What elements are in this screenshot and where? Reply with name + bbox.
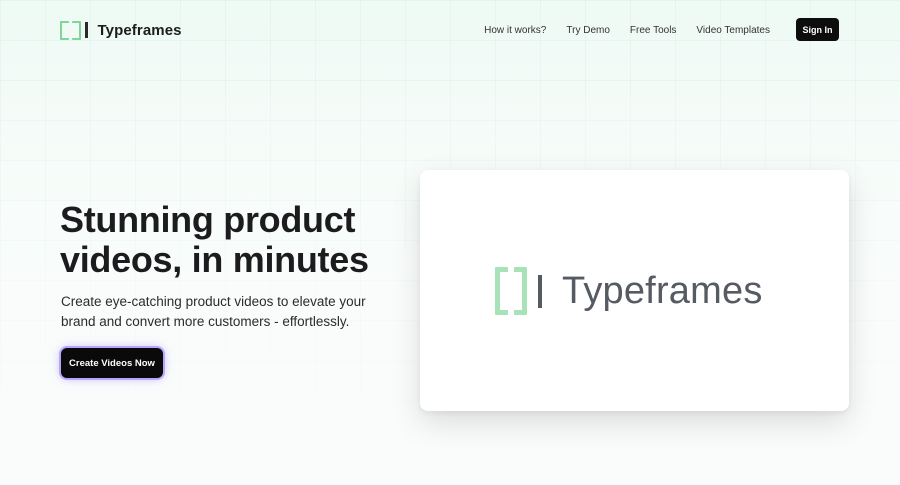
sign-in-button[interactable]: Sign In bbox=[796, 18, 839, 41]
preview-logo: Typeframes bbox=[495, 266, 763, 316]
nav-free-tools[interactable]: Free Tools bbox=[630, 25, 677, 36]
preview-cursor-bar-icon bbox=[538, 274, 542, 308]
preview-right-bracket-icon bbox=[514, 267, 527, 315]
brand-logo[interactable]: Typeframes bbox=[60, 19, 182, 41]
brand-name: Typeframes bbox=[97, 21, 182, 39]
video-preview-card[interactable]: Typeframes bbox=[420, 170, 849, 411]
preview-left-bracket-icon bbox=[495, 267, 508, 315]
right-bracket-icon bbox=[72, 20, 81, 40]
create-videos-button[interactable]: Create Videos Now bbox=[61, 348, 163, 378]
preview-brand-name: Typeframes bbox=[562, 269, 763, 312]
hero-title-line-2: videos, in minutes bbox=[60, 239, 369, 280]
cursor-bar-icon bbox=[85, 22, 88, 38]
left-bracket-icon bbox=[60, 20, 69, 40]
typeframes-logo-icon bbox=[60, 20, 88, 40]
nav-how-it-works[interactable]: How it works? bbox=[484, 25, 546, 36]
hero-title-line-1: Stunning product bbox=[60, 199, 356, 240]
hero-subtitle: Create eye-catching product videos to el… bbox=[61, 294, 366, 329]
main-nav: How it works? Try Demo Free Tools Video … bbox=[484, 22, 770, 38]
hero-title: Stunning product videos, in minutes bbox=[60, 200, 400, 280]
site-header: Typeframes How it works? Try Demo Free T… bbox=[0, 0, 900, 60]
nav-try-demo[interactable]: Try Demo bbox=[566, 25, 610, 36]
nav-video-templates[interactable]: Video Templates bbox=[696, 25, 770, 36]
